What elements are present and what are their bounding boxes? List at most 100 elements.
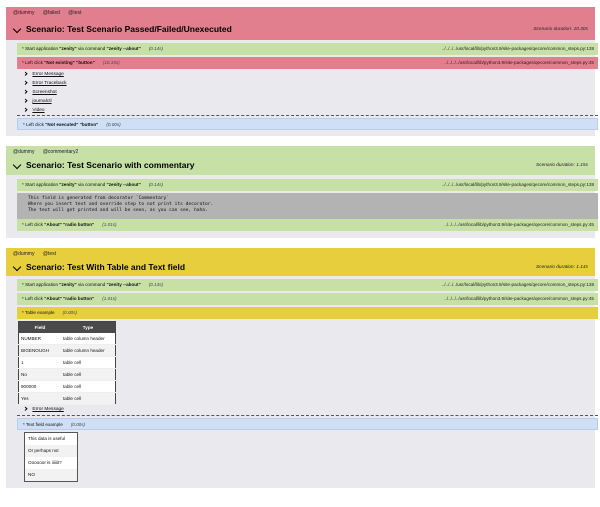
chevron-down-icon[interactable]	[12, 263, 22, 272]
step-arg: "About"	[44, 222, 62, 227]
step-time: (0.00s)	[70, 422, 86, 427]
step-arg: "button"	[76, 60, 95, 65]
table-row: 1 table cell	[18, 356, 116, 369]
step-time: (0.00s)	[62, 310, 77, 315]
step-arg: "zenity"	[59, 46, 77, 51]
step-text: * Left click	[22, 222, 45, 227]
divider	[17, 115, 598, 116]
step-time: (0.14s)	[148, 46, 164, 51]
scenario-title[interactable]: Scenario: Test Scenario Passed/Failed/Un…	[12, 24, 232, 34]
text-line: Or perhaps not	[25, 445, 77, 457]
scenario-duration: Scenario duration: 10.30s	[533, 27, 588, 32]
divider	[17, 415, 598, 416]
scenario-passed-failed: @dummy @failed @test Scenario: Test Scen…	[6, 7, 598, 136]
table-cell: table column header	[61, 333, 116, 345]
tag: @commentary2	[42, 149, 79, 155]
table-cell: NUMBER	[18, 333, 61, 345]
table-row: No table cell	[18, 368, 116, 381]
table-row: BIGENOUGH table column header	[18, 344, 116, 357]
table-cell: table cell	[61, 368, 116, 381]
chevron-down-icon[interactable]	[12, 161, 22, 170]
scenario-header[interactable]: @dummy @failed @test Scenario: Test Scen…	[6, 7, 595, 40]
error-message-link[interactable]: Error Message	[24, 405, 63, 414]
column-header: Field	[18, 321, 61, 333]
step-left-click-not-executed[interactable]: * Left click "Not executed" "button" (0.0…	[17, 118, 598, 130]
table-cell: table cell	[61, 392, 116, 405]
step-location: ../../../../usr/local/lib/python3.9/site…	[444, 296, 594, 301]
step-start-application[interactable]: * Start application "zenity" via command…	[17, 43, 598, 55]
chevron-down-icon[interactable]	[12, 25, 22, 34]
scenario-header[interactable]: @dummy @test Scenario: Test With Table a…	[6, 248, 595, 276]
step-time: (0.14s)	[148, 182, 164, 187]
step-text-field-example[interactable]: * Text field example (0.00s)	[17, 418, 598, 430]
scenario-table-text-field: @dummy @test Scenario: Test With Table a…	[6, 248, 598, 488]
step-arg: "radio button"	[63, 222, 95, 227]
table-cell: No	[18, 368, 61, 381]
step-location: ../../../../usr/local/lib/python3.9/site…	[444, 222, 594, 227]
scenario-title-text: Scenario: Test Scenario with commentary	[26, 160, 195, 170]
step-table-example[interactable]: * Table example (0.00s)	[17, 307, 598, 319]
step-location: ../../../../usr/local/lib/python3.9/site…	[441, 282, 594, 287]
step-start-application[interactable]: * Start application "zenity" via command…	[17, 279, 598, 291]
table-row: 900000 table cell	[18, 380, 116, 393]
scenario-title-text: Scenario: Test Scenario Passed/Failed/Un…	[26, 24, 232, 34]
tag-list: @dummy @failed @test	[13, 10, 88, 16]
scenario-duration: Scenario duration: 1.15s	[536, 163, 588, 168]
step-left-click-about[interactable]: * Left click "About" "radio button" (1.01…	[17, 219, 598, 231]
step-time: (0.00s)	[106, 122, 121, 127]
step-arg: "zenity"	[59, 182, 77, 187]
step-text: via command	[76, 46, 107, 51]
step-arg: "button"	[79, 122, 99, 127]
step-arg: "radio button"	[63, 296, 95, 301]
error-traceback-link[interactable]: Error Traceback	[24, 79, 66, 88]
step-location: ../../../../usr/local/lib/python3.9/site…	[444, 60, 594, 65]
table-row: Yes table cell	[18, 392, 116, 405]
step-text: * Start application	[22, 46, 60, 51]
step-text: * Table example	[22, 310, 55, 315]
table-cell: 900000	[18, 380, 61, 393]
step-arg: "zenity --about"	[106, 182, 141, 187]
step-arg: "zenity"	[59, 282, 77, 287]
tag: @dummy	[13, 251, 35, 257]
scenario-title[interactable]: Scenario: Test With Table and Text field	[12, 262, 186, 272]
error-message-link[interactable]: Error Message	[24, 70, 67, 79]
text-line: This data is useful	[25, 433, 77, 445]
text-line: NO	[25, 469, 77, 481]
step-text: * Text field example	[23, 422, 63, 427]
scenario-duration: Scenario duration: 1.14s	[536, 265, 588, 270]
step-arg: "zenity --about"	[106, 46, 141, 51]
step-time: (10.15s)	[102, 60, 120, 65]
step-text: * Left click	[22, 296, 45, 301]
step-time: (1.01s)	[102, 222, 117, 227]
table-cell: BIGENOUGH	[18, 344, 61, 357]
text-field-output: This data is useful Or perhaps not Ooooo…	[24, 432, 78, 482]
table-cell: table cell	[61, 356, 116, 369]
table-cell: Yes	[18, 392, 61, 405]
tag: @test	[42, 251, 56, 257]
report-page: { "scenarios": [ { "tags": ["@dummy", "@…	[0, 0, 600, 507]
table-cell: table cell	[61, 380, 116, 393]
step-text: via command	[76, 182, 107, 187]
step-arg: "zenity --about"	[106, 282, 141, 287]
step-arg: "Not executed"	[45, 122, 79, 127]
failure-links: Error Message Error Traceback Screenshot…	[24, 70, 67, 115]
table-cell: table column header	[61, 344, 116, 357]
video-link[interactable]: Video	[24, 106, 67, 115]
step-text: * Left click	[22, 60, 45, 65]
scenario-title-text: Scenario: Test With Table and Text field	[26, 262, 186, 272]
data-table: Field Type NUMBER table column header BIG…	[18, 321, 116, 405]
tag: @dummy	[13, 10, 35, 16]
screenshot-link[interactable]: Screenshot	[24, 88, 67, 97]
failure-links: Error Message	[24, 405, 63, 414]
tag: @test	[68, 10, 82, 16]
step-left-click-failed[interactable]: * Left click "Not existing" "button" (10.…	[17, 57, 598, 69]
scenario-header[interactable]: @dummy @commentary2 Scenario: Test Scena…	[6, 146, 595, 175]
step-text: * Start application	[22, 282, 60, 287]
step-left-click-about[interactable]: * Left click "About" "radio button" (1.01…	[17, 293, 598, 305]
journalctl-link[interactable]: journalctl	[24, 97, 67, 106]
step-arg: "About"	[44, 296, 62, 301]
step-time: (1.01s)	[102, 296, 117, 301]
scenario-title[interactable]: Scenario: Test Scenario with commentary	[12, 160, 195, 170]
step-location: ../../../../usr/local/lib/python3.9/site…	[441, 182, 594, 187]
step-start-application[interactable]: * Start application "zenity" via command…	[17, 179, 598, 191]
